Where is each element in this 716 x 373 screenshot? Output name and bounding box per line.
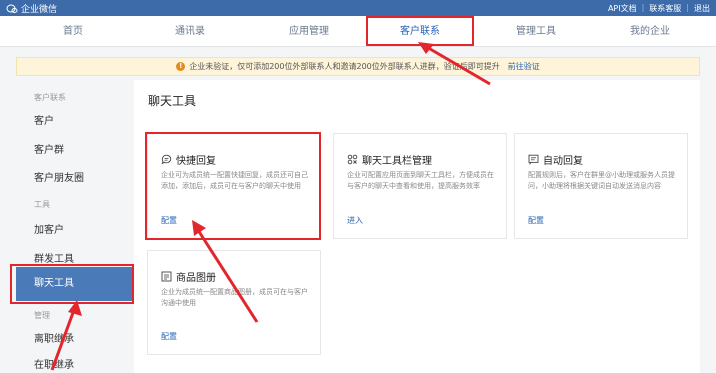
- nav-item-customer-contact[interactable]: 客户联系: [375, 16, 465, 47]
- card-title: 快捷回复: [176, 156, 216, 167]
- verify-link[interactable]: 前往验证: [508, 61, 540, 72]
- configure-button[interactable]: 配置: [528, 215, 544, 226]
- card-chat-toolbar[interactable]: 聊天工具栏管理 企业可配置应用页面到聊天工具栏，方便成员在与客户的聊天中查看和使…: [333, 133, 507, 239]
- api-docs-link[interactable]: API文档: [608, 3, 637, 14]
- main-nav: 首页 通讯录 应用管理 客户联系 管理工具 我的企业: [0, 16, 716, 47]
- app-logo[interactable]: 企业微信: [6, 2, 57, 15]
- nav-item-my-enterprise[interactable]: 我的企业: [605, 16, 695, 47]
- notice-text: 企业未验证，仅可添加200位外部联系人和邀请200位外部联系人进群，验证后即可提…: [189, 62, 500, 71]
- warning-icon: !: [176, 62, 186, 71]
- card-auto-reply[interactable]: 自动回复 配置规则后，客户在群里@小助理或服务人员提问，小助理将根据关键词自动发…: [514, 133, 688, 239]
- nav-item-management-tools[interactable]: 管理工具: [491, 16, 581, 47]
- sidebar-item-mass-messaging[interactable]: 群发工具: [34, 250, 74, 265]
- sidebar-group-label: 客户联系: [34, 93, 66, 102]
- main-panel: 聊天工具 快捷回复 企业可为成员统一配置快捷回复，成员还可自己添加，添加后，成员…: [134, 80, 700, 373]
- chat-bubble-icon: [161, 154, 172, 165]
- verification-notice: ! 企业未验证，仅可添加200位外部联系人和邀请200位外部联系人进群，验证后即…: [16, 57, 700, 76]
- card-title: 商品图册: [176, 273, 216, 284]
- topbar-links: API文档 | 联系客服 | 退出: [608, 3, 710, 14]
- top-bar: 企业微信 API文档 | 联系客服 | 退出: [0, 0, 716, 16]
- card-header: 商品图册: [161, 269, 216, 284]
- sidebar-item-chat-tools[interactable]: 聊天工具: [16, 267, 134, 301]
- card-title: 聊天工具栏管理: [362, 156, 432, 167]
- sidebar-item-customer-groups[interactable]: 客户群: [34, 141, 64, 156]
- sidebar-item-active-transfer[interactable]: 在职继承: [34, 356, 74, 371]
- card-description: 企业可配置应用页面到聊天工具栏，方便成员在与客户的聊天中查看和使用，提高服务效率: [347, 171, 494, 190]
- card-description: 企业为成员统一配置商品图册，成员可在与客户沟通中使用: [161, 288, 308, 307]
- nav-item-app-management[interactable]: 应用管理: [264, 16, 354, 47]
- wecom-logo-icon: [6, 4, 18, 13]
- app-name: 企业微信: [21, 5, 58, 15]
- sidebar-item-add-customer[interactable]: 加客户: [34, 221, 64, 236]
- card-description: 配置规则后，客户在群里@小助理或服务人员提问，小助理将根据关键词自动发送消息内容: [528, 171, 675, 190]
- sidebar-item-customers[interactable]: 客户: [34, 112, 54, 127]
- sidebar-item-resigned-transfer[interactable]: 离职继承: [34, 330, 74, 345]
- page-title: 聊天工具: [148, 94, 197, 108]
- card-product-album[interactable]: 商品图册 企业为成员统一配置商品图册，成员可在与客户沟通中使用 配置: [147, 250, 321, 355]
- configure-button[interactable]: 配置: [161, 331, 177, 342]
- card-header: 聊天工具栏管理: [347, 152, 432, 167]
- logout-link[interactable]: 退出: [694, 3, 710, 14]
- card-title: 自动回复: [543, 156, 583, 167]
- contact-support-link[interactable]: 联系客服: [649, 3, 681, 14]
- toolbar-grid-icon: [347, 154, 358, 165]
- card-header: 快捷回复: [161, 152, 216, 167]
- nav-item-home[interactable]: 首页: [28, 16, 118, 47]
- divider: |: [686, 3, 689, 12]
- sidebar-group-label: 管理: [34, 311, 50, 320]
- card-quick-reply[interactable]: 快捷回复 企业可为成员统一配置快捷回复，成员还可自己添加，添加后，成员可在与客户…: [147, 133, 321, 239]
- card-description: 企业可为成员统一配置快捷回复，成员还可自己添加，添加后，成员可在与客户的聊天中使…: [161, 171, 308, 190]
- enter-button[interactable]: 进入: [347, 215, 363, 226]
- divider: |: [641, 3, 645, 12]
- configure-button[interactable]: 配置: [161, 215, 177, 226]
- sidebar-group-label: 工具: [34, 200, 50, 209]
- card-header: 自动回复: [528, 152, 583, 167]
- nav-item-contacts[interactable]: 通讯录: [145, 16, 235, 47]
- auto-reply-icon: [528, 154, 539, 165]
- sidebar-item-moments[interactable]: 客户朋友圈: [34, 169, 84, 184]
- sidebar: 客户联系 客户 客户群 客户朋友圈 工具 加客户 群发工具 聊天工具 管理 离职…: [16, 80, 134, 373]
- album-icon: [161, 271, 172, 282]
